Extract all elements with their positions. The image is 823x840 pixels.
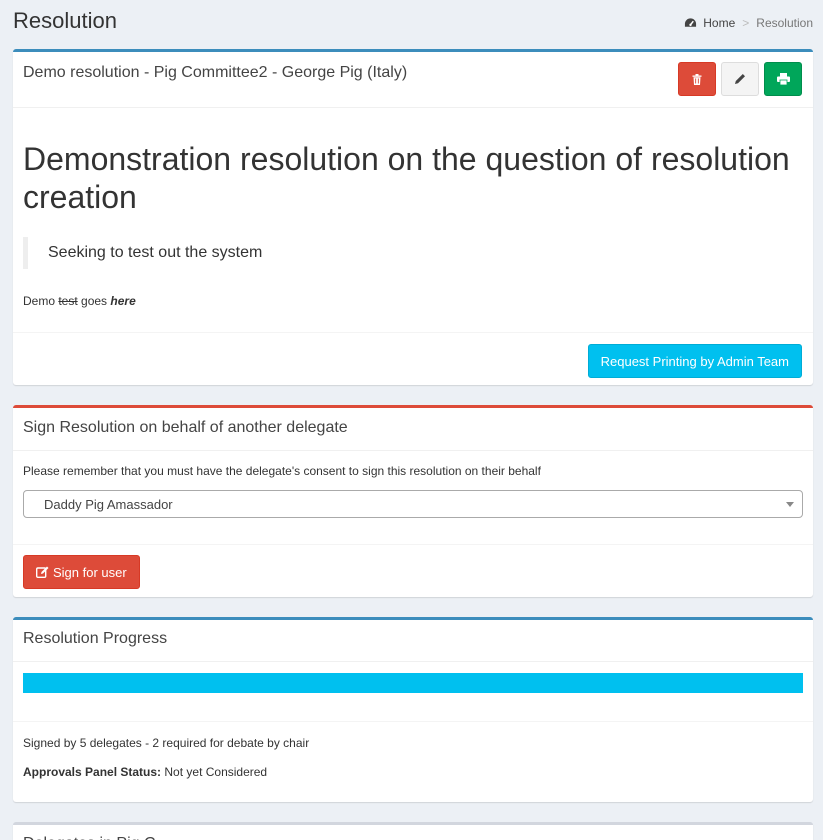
edit-button[interactable]: [721, 62, 759, 96]
body-text-part: goes: [77, 294, 111, 308]
delegate-select-value: Daddy Pig Amassador: [44, 496, 173, 512]
pencil-icon: [735, 74, 745, 84]
sign-box-header: Sign Resolution on behalf of another del…: [13, 408, 813, 451]
approval-status-value: Not yet Considered: [161, 765, 268, 779]
sign-box-title: Sign Resolution on behalf of another del…: [23, 419, 348, 436]
resolution-title: Demonstration resolution on the question…: [23, 141, 790, 215]
delete-button[interactable]: [678, 62, 716, 96]
sign-box: Sign Resolution on behalf of another del…: [13, 405, 813, 597]
resolution-body-text: Demo test goes here: [23, 294, 803, 308]
progress-box: Resolution Progress Signed by 5 delegate…: [13, 617, 813, 802]
resolution-tools: [678, 62, 802, 96]
body-text-part: Demo: [23, 294, 59, 308]
approval-status: Approvals Panel Status: Not yet Consider…: [23, 765, 803, 779]
chevron-down-icon: [786, 502, 794, 507]
progress-box-title: Resolution Progress: [23, 630, 168, 647]
trash-icon: [692, 73, 702, 85]
approval-status-label: Approvals Panel Status:: [23, 765, 162, 779]
progress-bar: [23, 673, 803, 693]
progress-box-body: [13, 662, 813, 722]
breadcrumb-current: Resolution: [756, 16, 813, 30]
print-button[interactable]: [764, 62, 802, 96]
progress-box-footer: Signed by 5 delegates - 2 required for d…: [13, 722, 813, 779]
delegates-box-title: Delegates in Pig C: [23, 825, 803, 840]
sign-for-user-label: Sign for user: [53, 564, 127, 580]
breadcrumb-home-link[interactable]: Home: [703, 16, 735, 30]
resolution-quote: Seeking to test out the system: [23, 237, 803, 269]
delegates-box: Delegates in Pig C: [13, 822, 813, 840]
signed-count-text: Signed by 5 delegates - 2 required for d…: [23, 736, 310, 750]
breadcrumb: Home > Resolution: [684, 16, 813, 30]
sign-box-footer: Sign for user: [13, 545, 813, 599]
delegates-box-header: Delegates in Pig C: [13, 825, 813, 840]
print-icon: [776, 73, 790, 85]
consent-notice: Please remember that you must have the d…: [23, 464, 541, 478]
breadcrumb-separator: >: [742, 16, 750, 30]
body-text-italic: here: [110, 294, 136, 308]
sign-box-body: Please remember that you must have the d…: [13, 451, 813, 545]
progress-track: [23, 673, 803, 693]
resolution-box: Demo resolution - Pig Committee2 - Georg…: [13, 49, 813, 385]
sign-for-user-button[interactable]: Sign for user: [23, 555, 140, 589]
page-header: Resolution Home > Resolution: [0, 0, 823, 48]
body-text-strike: test: [58, 294, 78, 308]
resolution-box-body: Demonstration resolution on the question…: [13, 108, 813, 333]
page-title: Resolution: [13, 8, 117, 33]
edit-square-icon: [36, 566, 49, 578]
progress-box-header: Resolution Progress: [13, 620, 813, 662]
dashboard-icon: [685, 18, 697, 27]
delegate-select[interactable]: Daddy Pig Amassador: [23, 490, 803, 518]
resolution-box-header: Demo resolution - Pig Committee2 - Georg…: [13, 52, 813, 108]
request-printing-button[interactable]: Request Printing by Admin Team: [587, 344, 802, 378]
resolution-box-footer: Request Printing by Admin Team: [13, 333, 813, 389]
